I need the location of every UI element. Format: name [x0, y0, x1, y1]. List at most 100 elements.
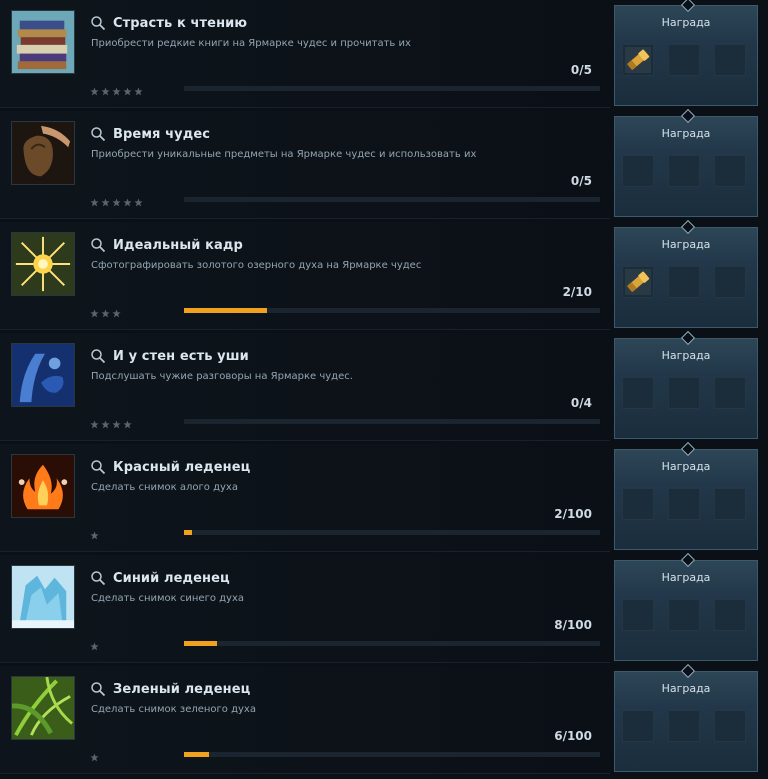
reward-slots [622, 488, 746, 520]
search-icon[interactable] [90, 126, 106, 142]
reward-slot[interactable] [668, 488, 700, 520]
search-icon[interactable] [90, 15, 106, 31]
reward-slots [622, 155, 746, 187]
star-icon [90, 525, 99, 540]
achievement-row[interactable]: Время чудес Приобрести уникальные предме… [0, 108, 768, 219]
progress-bar [184, 530, 600, 535]
achievement-title: Синий леденец [113, 570, 230, 586]
star-icon [134, 81, 143, 96]
title-group: Красный леденец [90, 457, 250, 477]
achievement-panel: Страсть к чтению Приобрести редкие книги… [0, 0, 610, 108]
achievement-description: Сделать снимок алого духа [91, 482, 238, 493]
progress-bar [184, 197, 600, 202]
achievement-row[interactable]: Синий леденец Сделать снимок синего духа… [0, 552, 768, 663]
reward-slot[interactable] [622, 377, 654, 409]
golden-spirit-icon [11, 232, 75, 296]
search-icon[interactable] [90, 681, 106, 697]
star-icon [134, 192, 143, 207]
progress-count: 0/5 [570, 174, 592, 188]
diamond-icon [680, 219, 696, 235]
diamond-icon [680, 552, 696, 568]
star-icon [112, 192, 121, 207]
reward-slot[interactable] [622, 155, 654, 187]
hand-bag-icon [11, 121, 75, 185]
reward-slot[interactable] [714, 377, 746, 409]
reward-slot[interactable] [714, 710, 746, 742]
reward-panel: Награда [614, 552, 758, 661]
star-rating [90, 636, 99, 651]
achievement-description: Приобрести редкие книги на Ярмарке чудес… [91, 38, 411, 49]
diamond-icon [680, 441, 696, 457]
reward-slot[interactable] [668, 599, 700, 631]
reward-slot[interactable] [668, 710, 700, 742]
reward-slot[interactable] [622, 44, 654, 76]
star-icon [90, 747, 99, 762]
achievement-row[interactable]: Зеленый леденец Сделать снимок зеленого … [0, 663, 768, 774]
reward-slot[interactable] [668, 266, 700, 298]
diamond-icon [680, 0, 696, 13]
progress-fill [184, 752, 209, 757]
star-icon [123, 81, 132, 96]
title-group: Страсть к чтению [90, 13, 247, 33]
achievement-description: Приобрести уникальные предметы на Ярмарк… [91, 149, 477, 160]
progress-count: 2/100 [554, 507, 592, 521]
search-icon[interactable] [90, 348, 106, 364]
reward-slots [622, 44, 746, 76]
achievement-row[interactable]: Идеальный кадр Сфотографировать золотого… [0, 219, 768, 330]
star-icon [90, 192, 99, 207]
ice-crystal-icon [11, 565, 75, 629]
search-icon[interactable] [90, 459, 106, 475]
title-group: Синий леденец [90, 568, 230, 588]
listening-icon [11, 343, 75, 407]
reward-slot[interactable] [714, 155, 746, 187]
reward-slot[interactable] [622, 599, 654, 631]
books-icon [11, 10, 75, 74]
progress-bar [184, 86, 600, 91]
jungle-leaves-icon [11, 676, 75, 740]
progress-count: 6/100 [554, 729, 592, 743]
achievement-description: Сфотографировать золотого озерного духа … [91, 260, 422, 271]
reward-slot[interactable] [622, 488, 654, 520]
reward-slot[interactable] [622, 710, 654, 742]
reward-slot[interactable] [714, 599, 746, 631]
search-icon[interactable] [90, 570, 106, 586]
search-icon[interactable] [90, 237, 106, 253]
achievement-list: Страсть к чтению Приобрести редкие книги… [0, 0, 768, 779]
reward-slot[interactable] [668, 44, 700, 76]
star-icon [101, 303, 110, 318]
star-icon [90, 303, 99, 318]
star-rating [90, 525, 99, 540]
title-group: Идеальный кадр [90, 235, 243, 255]
progress-bar [184, 419, 600, 424]
reward-slot[interactable] [714, 44, 746, 76]
achievement-row[interactable]: И у стен есть уши Подслушать чужие разго… [0, 330, 768, 441]
star-icon [112, 414, 121, 429]
reward-panel: Награда [614, 441, 758, 550]
achievement-panel: Красный леденец Сделать снимок алого дух… [0, 444, 610, 552]
diamond-icon [680, 108, 696, 124]
reward-panel: Награда [614, 108, 758, 217]
star-icon [90, 636, 99, 651]
star-icon [101, 192, 110, 207]
reward-label: Награда [661, 571, 711, 584]
achievement-panel: Зеленый леденец Сделать снимок зеленого … [0, 666, 610, 774]
star-icon [123, 414, 132, 429]
reward-slot[interactable] [668, 155, 700, 187]
reward-slot[interactable] [622, 266, 654, 298]
achievement-title: Время чудес [113, 126, 211, 142]
reward-slot[interactable] [714, 488, 746, 520]
progress-count: 8/100 [554, 618, 592, 632]
reward-panel: Награда [614, 0, 758, 106]
achievement-row[interactable]: Красный леденец Сделать снимок алого дух… [0, 441, 768, 552]
achievement-panel: И у стен есть уши Подслушать чужие разго… [0, 333, 610, 441]
reward-label: Награда [661, 238, 711, 251]
progress-count: 2/10 [562, 285, 592, 299]
achievement-title: Зеленый леденец [113, 681, 251, 697]
reward-slots [622, 710, 746, 742]
star-rating [90, 414, 132, 429]
achievement-description: Сделать снимок синего духа [91, 593, 244, 604]
reward-slot[interactable] [714, 266, 746, 298]
star-icon [90, 81, 99, 96]
achievement-row[interactable]: Страсть к чтению Приобрести редкие книги… [0, 0, 768, 108]
reward-slot[interactable] [668, 377, 700, 409]
